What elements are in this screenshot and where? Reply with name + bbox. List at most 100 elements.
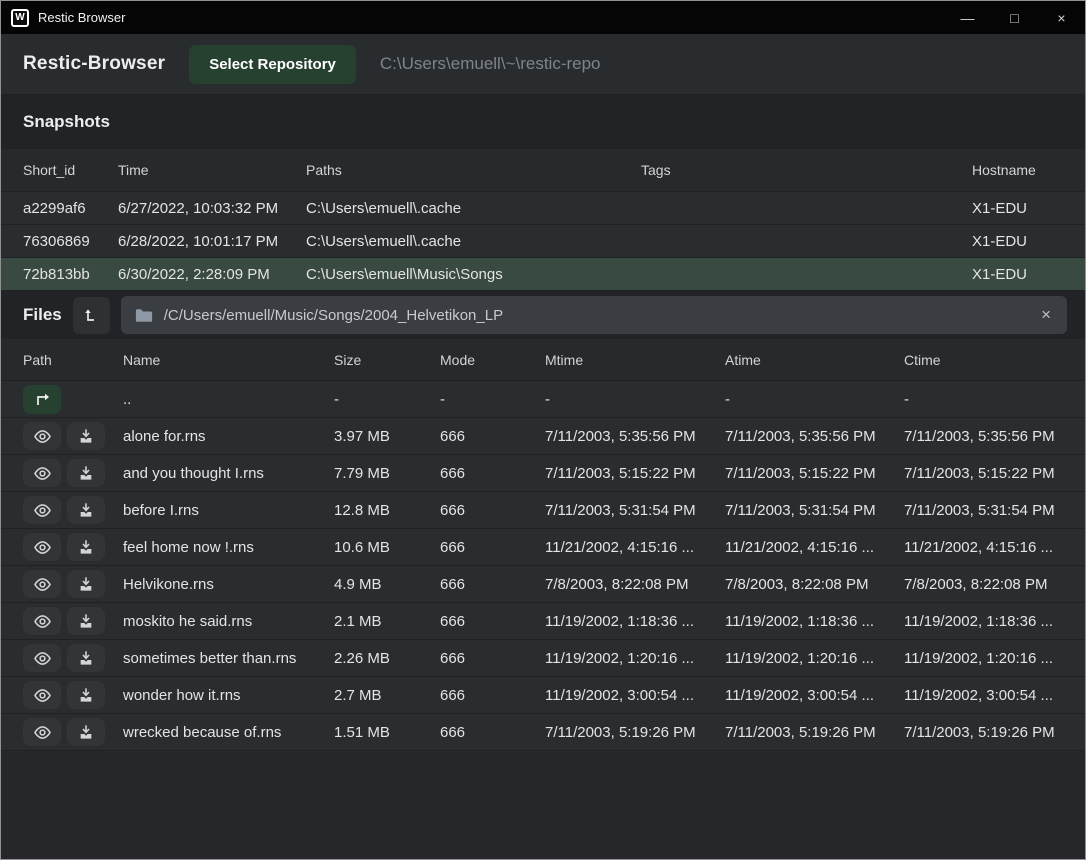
preview-file-button[interactable] [23,718,61,746]
snapshots-table-header: Short_id Time Paths Tags Hostname [1,149,1085,191]
column-header-size: Size [334,352,440,368]
eye-icon [33,725,52,740]
snapshot-paths: C:\Users\emuell\.cache [306,200,641,217]
eye-icon [33,503,52,518]
file-mode: 666 [440,465,545,482]
file-mtime: 7/11/2003, 5:15:22 PM [545,465,725,482]
file-row: wonder how it.rns 2.7 MB 666 11/19/2002,… [1,676,1085,713]
file-mtime: - [545,391,725,408]
go-parent-button[interactable] [23,385,61,414]
app-window: W Restic Browser — □ × Restic-Browser Se… [0,0,1086,860]
file-row: moskito he said.rns 2.1 MB 666 11/19/200… [1,602,1085,639]
file-mtime: 11/21/2002, 4:15:16 ... [545,539,725,556]
eye-icon [33,688,52,703]
file-mode: 666 [440,502,545,519]
current-path-field[interactable]: /C/Users/emuell/Music/Songs/2004_Helveti… [121,296,1067,334]
file-ctime: - [904,391,1063,408]
file-mtime: 7/11/2003, 5:35:56 PM [545,428,725,445]
column-header-ctime: Ctime [904,352,1063,368]
file-size: 12.8 MB [334,502,440,519]
file-size: 1.51 MB [334,724,440,741]
file-row: alone for.rns 3.97 MB 666 7/11/2003, 5:3… [1,417,1085,454]
file-size: - [334,391,440,408]
snapshot-paths: C:\Users\emuell\Music\Songs [306,266,641,283]
download-file-button[interactable] [67,607,105,635]
file-mtime: 7/11/2003, 5:19:26 PM [545,724,725,741]
file-mtime: 11/19/2002, 1:20:16 ... [545,650,725,667]
file-name: before I.rns [123,502,334,519]
snapshot-hostname: X1-EDU [972,266,1063,283]
file-atime: 11/19/2002, 1:18:36 ... [725,613,904,630]
files-table: .. - - - - - [1,380,1085,751]
empty-area [1,751,1085,859]
file-mtime: 7/11/2003, 5:31:54 PM [545,502,725,519]
file-mode: 666 [440,428,545,445]
preview-file-button[interactable] [23,644,61,672]
file-size: 7.79 MB [334,465,440,482]
preview-file-button[interactable] [23,459,61,487]
eye-icon [33,651,52,666]
preview-file-button[interactable] [23,681,61,709]
eye-icon [33,466,52,481]
snapshot-row-selected[interactable]: 72b813bb 6/30/2022, 2:28:09 PM C:\Users\… [1,257,1085,290]
file-size: 4.9 MB [334,576,440,593]
download-icon [78,465,94,481]
file-ctime: 11/19/2002, 3:00:54 ... [904,687,1063,704]
eye-icon [33,540,52,555]
preview-file-button[interactable] [23,607,61,635]
files-table-header: Path Name Size Mode Mtime Atime Ctime [1,339,1085,380]
download-file-button[interactable] [67,570,105,598]
file-ctime: 11/19/2002, 1:18:36 ... [904,613,1063,630]
download-file-button[interactable] [67,422,105,450]
up-directory-icon [83,307,99,323]
file-name: and you thought I.rns [123,465,334,482]
file-row: wrecked because of.rns 1.51 MB 666 7/11/… [1,713,1085,750]
titlebar: W Restic Browser — □ × [1,1,1085,34]
file-mtime: 11/19/2002, 1:18:36 ... [545,613,725,630]
preview-file-button[interactable] [23,496,61,524]
download-file-button[interactable] [67,496,105,524]
column-header-paths: Paths [306,162,641,178]
files-title: Files [23,305,62,325]
snapshot-row[interactable]: 76306869 6/28/2022, 10:01:17 PM C:\Users… [1,224,1085,257]
download-file-button[interactable] [67,681,105,709]
file-mode: 666 [440,724,545,741]
download-file-button[interactable] [67,459,105,487]
file-name: alone for.rns [123,428,334,445]
maximize-button[interactable]: □ [991,1,1038,34]
file-ctime: 7/11/2003, 5:31:54 PM [904,502,1063,519]
file-ctime: 11/19/2002, 1:20:16 ... [904,650,1063,667]
parent-directory-button[interactable] [73,297,110,334]
clear-path-button[interactable]: × [1039,305,1053,325]
file-atime: 11/21/2002, 4:15:16 ... [725,539,904,556]
file-atime: 7/11/2003, 5:31:54 PM [725,502,904,519]
parent-directory-row: .. - - - - - [1,380,1085,417]
select-repository-button[interactable]: Select Repository [189,45,356,84]
download-file-button[interactable] [67,533,105,561]
download-file-button[interactable] [67,644,105,672]
download-icon [78,539,94,555]
preview-file-button[interactable] [23,422,61,450]
preview-file-button[interactable] [23,533,61,561]
minimize-button[interactable]: — [944,1,991,34]
file-row: sometimes better than.rns 2.26 MB 666 11… [1,639,1085,676]
snapshot-time: 6/30/2022, 2:28:09 PM [118,266,306,283]
file-mode: - [440,391,545,408]
folder-icon [135,308,153,323]
eye-icon [33,429,52,444]
file-atime: 7/11/2003, 5:15:22 PM [725,465,904,482]
window-controls: — □ × [944,1,1085,34]
file-name: moskito he said.rns [123,613,334,630]
file-row: feel home now !.rns 10.6 MB 666 11/21/20… [1,528,1085,565]
column-header-time: Time [118,162,306,178]
preview-file-button[interactable] [23,570,61,598]
file-atime: 7/11/2003, 5:19:26 PM [725,724,904,741]
download-file-button[interactable] [67,718,105,746]
snapshot-row[interactable]: a2299af6 6/27/2022, 10:03:32 PM C:\Users… [1,191,1085,224]
file-name: .. [123,391,334,408]
file-name: wonder how it.rns [123,687,334,704]
download-icon [78,502,94,518]
file-size: 2.26 MB [334,650,440,667]
file-size: 2.1 MB [334,613,440,630]
close-button[interactable]: × [1038,1,1085,34]
